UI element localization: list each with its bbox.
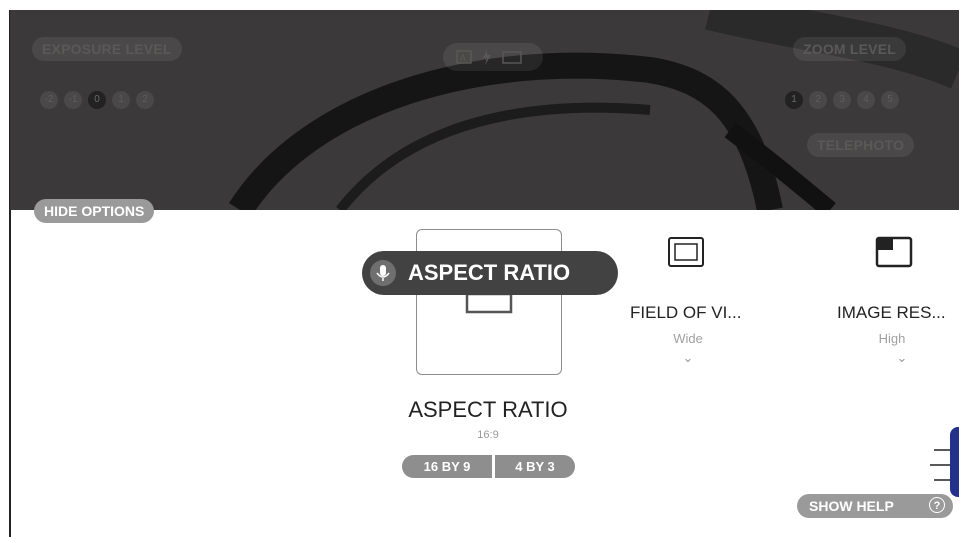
voice-command-tooltip: ASPECT RATIO [362,251,618,295]
aspect-ratio-value: 16:9 [477,429,499,441]
exposure-plus-2[interactable]: 2 [136,91,154,109]
image-resolution-icon [875,236,913,268]
zoom-4[interactable]: 4 [857,91,875,109]
field-of-view-value: Wide [673,331,703,346]
tooltip-label: ASPECT RATIO [408,260,571,285]
zoom-level-label: ZOOM LEVEL [793,37,906,61]
auto-focus-icon: A [456,50,472,64]
aspect-16-by-9-button[interactable]: 16 BY 9 [402,455,492,478]
hide-options-button[interactable]: HIDE OPTIONS [34,199,155,223]
chevron-down-icon: ⌄ [896,350,908,365]
help-question-icon: ? [929,497,945,513]
show-help-label: SHOW HELP [809,498,894,514]
aspect-ratio-title: ASPECT RATIO [408,397,568,422]
exposure-0[interactable]: 0 [88,91,106,109]
show-help-button[interactable]: SHOW HELP ? [797,494,953,518]
flash-icon [483,50,491,65]
field-of-view-icon [668,237,704,267]
image-resolution-title: IMAGE RES... [837,303,946,322]
exposure-level-label: EXPOSURE LEVEL [32,37,182,61]
telephoto-button[interactable]: TELEPHOTO [807,133,915,157]
camera-viewfinder[interactable]: EXPOSURE LEVEL -2 -1 0 1 2 A ZOOM LEVEL … [10,10,959,210]
exposure-minus-2[interactable]: -2 [40,91,58,109]
camera-mode-icons: A [443,43,543,71]
zoom-5[interactable]: 5 [881,91,899,109]
zoom-3[interactable]: 3 [833,91,851,109]
exposure-plus-1[interactable]: 1 [112,91,130,109]
field-of-view-title: FIELD OF VI... [630,303,742,322]
aspect-4-by-3-button[interactable]: 4 BY 3 [495,455,575,478]
exposure-minus-1[interactable]: -1 [64,91,82,109]
zoom-1[interactable]: 1 [785,91,803,109]
microphone-icon [370,260,396,286]
svg-text:A: A [460,53,466,63]
help-panel-tab[interactable] [950,427,959,497]
chevron-down-icon: ⌄ [682,350,694,365]
zoom-2[interactable]: 2 [809,91,827,109]
image-resolution-value: High [878,331,906,346]
aspect-frame-icon [502,51,522,64]
